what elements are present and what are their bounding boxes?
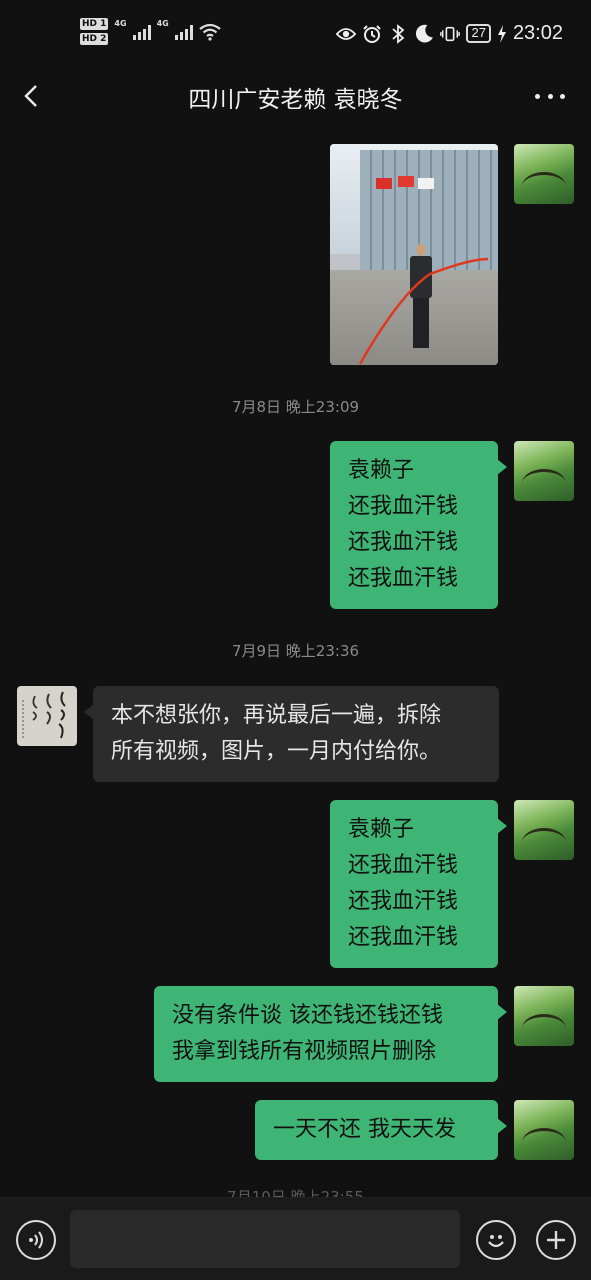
my-avatar[interactable] xyxy=(514,1100,574,1160)
more-icon xyxy=(535,93,565,99)
message-bubble[interactable]: 一天不还 我天天发 xyxy=(255,1100,507,1160)
message-bubble[interactable]: 袁赖子 还我血汗钱 还我血汗钱 还我血汗钱 xyxy=(330,800,507,968)
plus-button[interactable] xyxy=(536,1220,576,1260)
signal-icon-2 xyxy=(174,24,193,40)
message-line: 还我血汗钱 xyxy=(348,494,459,519)
moon-icon xyxy=(416,24,434,43)
calligraphy-image xyxy=(22,691,66,740)
message-input[interactable] xyxy=(70,1210,460,1268)
my-avatar[interactable] xyxy=(514,800,574,860)
chat-title: 四川广安老赖 袁晓冬 xyxy=(188,87,403,113)
image-message[interactable] xyxy=(330,144,498,365)
hd2-badge: HD 2 xyxy=(80,33,109,45)
message-line: 袁赖子 xyxy=(348,458,415,483)
message-line: 本不想张你，再说最后一遍，拆除 xyxy=(111,703,442,728)
message-line: 还我血汗钱 xyxy=(348,925,459,950)
timestamp: 7月8日 晚上23:09 xyxy=(231,398,360,416)
red-line-annotation xyxy=(358,257,489,365)
battery-indicator: 27 xyxy=(466,24,491,43)
message-bubble[interactable]: 本不想张你，再说最后一遍，拆除 所有视频，图片，一月内付给你。 xyxy=(84,686,499,782)
status-left: HD 1 HD 2 4G 4G xyxy=(80,18,221,45)
vibrate-icon xyxy=(440,26,461,41)
status-bar: HD 1 HD 2 4G 4G 27 23:02 xyxy=(0,0,591,72)
message-line: 还我血汗钱 xyxy=(348,566,459,591)
alarm-icon xyxy=(363,24,382,43)
message-line: 没有条件谈 该还钱还钱还钱 xyxy=(172,1003,443,1028)
plus-icon xyxy=(547,1231,565,1249)
message-line: 袁赖子 xyxy=(348,817,415,842)
network-type-1: 4G xyxy=(114,19,127,28)
message-bubble[interactable]: 没有条件谈 该还钱还钱还钱 我拿到钱所有视频照片删除 xyxy=(154,986,507,1082)
timestamp: 7月10日 晚上23:55 xyxy=(227,1188,364,1197)
message-line: 还我血汗钱 xyxy=(348,889,459,914)
contact-avatar[interactable] xyxy=(17,686,77,746)
emoji-button[interactable] xyxy=(476,1220,516,1260)
more-button[interactable] xyxy=(535,80,565,112)
network-type-2: 4G xyxy=(156,19,169,28)
my-avatar[interactable] xyxy=(514,441,574,501)
bluetooth-icon xyxy=(392,23,405,44)
chat-header: 四川广安老赖 袁晓冬 xyxy=(0,72,591,120)
signal-icon-1 xyxy=(132,24,151,40)
my-avatar[interactable] xyxy=(514,144,574,204)
message-line: 还我血汗钱 xyxy=(348,853,459,878)
my-avatar[interactable] xyxy=(514,986,574,1046)
message-line: 我拿到钱所有视频照片删除 xyxy=(172,1039,437,1064)
timestamp: 7月9日 晚上23:36 xyxy=(231,642,360,660)
wifi-icon xyxy=(199,23,221,41)
message-line: 一天不还 我天天发 xyxy=(273,1117,456,1142)
charging-icon xyxy=(497,24,506,43)
hd1-badge: HD 1 xyxy=(80,18,109,30)
status-time: 23:02 xyxy=(512,22,563,44)
voice-icon xyxy=(29,1231,43,1249)
status-right: 27 23:02 xyxy=(336,22,563,45)
eye-icon xyxy=(336,27,357,40)
emoji-icon xyxy=(488,1235,504,1248)
message-line: 还我血汗钱 xyxy=(348,530,459,555)
message-line: 所有视频，图片，一月内付给你。 xyxy=(111,739,442,764)
input-bar xyxy=(0,1197,591,1280)
message-bubble[interactable]: 袁赖子 还我血汗钱 还我血汗钱 还我血汗钱 xyxy=(330,441,507,609)
voice-button[interactable] xyxy=(16,1220,56,1260)
